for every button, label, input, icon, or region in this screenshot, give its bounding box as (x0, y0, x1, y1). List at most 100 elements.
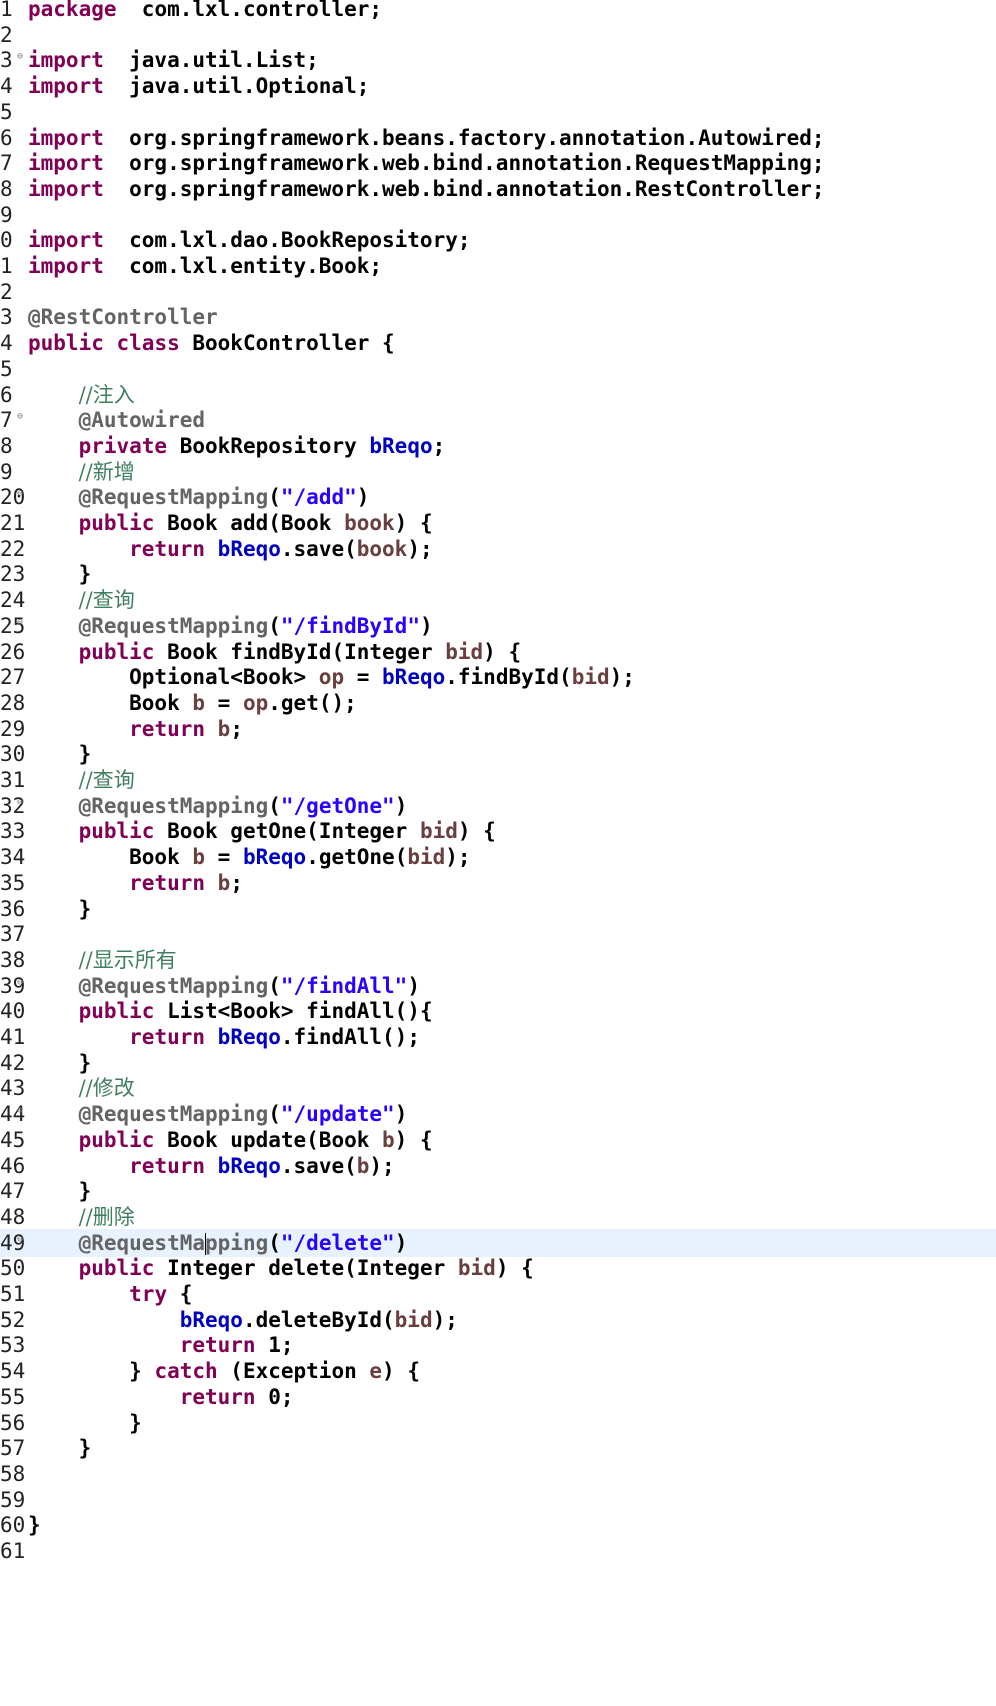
code-line[interactable]: 29 return b; (0, 715, 996, 743)
code-text: //删除 (28, 1203, 135, 1231)
code-line[interactable]: 56 } (0, 1409, 996, 1437)
code-editor[interactable]: 1 package com.lxl.controller; 2 3 ⊖ import ja… (0, 0, 996, 1706)
code-token: pping (205, 1230, 269, 1255)
code-token: return (129, 870, 206, 895)
code-line[interactable]: 1 import com.lxl.entity.Book; (0, 252, 996, 280)
code-line[interactable]: 25 ⊖ @RequestMapping("/findById") (0, 612, 996, 640)
code-token: "/update" (280, 1102, 395, 1127)
code-line[interactable]: 9 (0, 201, 996, 229)
code-line[interactable]: 6 //注入 (0, 381, 996, 409)
code-line[interactable]: 5 (0, 98, 996, 126)
code-line[interactable]: 30 } (0, 740, 996, 768)
code-line[interactable]: 54 } catch (Exception e) { (0, 1357, 996, 1385)
code-line[interactable]: 60} (0, 1511, 996, 1539)
code-line[interactable]: 33 public Book getOne(Integer bid) { (0, 817, 996, 845)
code-line[interactable]: 31 //查询 (0, 766, 996, 794)
code-line[interactable]: 6 import org.springframework.beans.factor… (0, 124, 996, 152)
line-number: 9 (0, 459, 13, 484)
code-line[interactable]: 9 //新增 (0, 458, 996, 486)
code-token: ; (230, 716, 243, 741)
code-line[interactable]: 58 (0, 1460, 996, 1488)
code-line[interactable]: 39 ⊖ @RequestMapping("/findAll") (0, 972, 996, 1000)
code-line[interactable]: 8 import org.springframework.web.bind.ann… (0, 175, 996, 203)
code-line[interactable]: 40 public List<Book> findAll(){ (0, 997, 996, 1025)
code-token: ( (268, 1102, 281, 1127)
code-line[interactable]: 23 } (0, 560, 996, 588)
code-line[interactable]: 51 try { (0, 1280, 996, 1308)
code-line[interactable]: 34 Book b = bReqo.getOne(bid); (0, 843, 996, 871)
code-text: //新增 (28, 458, 135, 486)
code-line[interactable]: 8 private BookRepository bReqo; (0, 432, 996, 460)
code-text: try { (28, 1280, 192, 1308)
code-line[interactable]: 28 Book b = op.get(); (0, 689, 996, 717)
code-line[interactable]: 37 (0, 920, 996, 948)
code-token: bReqo (217, 1025, 281, 1049)
code-line[interactable]: 43 //修改 (0, 1074, 996, 1102)
code-line[interactable]: 59 (0, 1486, 996, 1514)
code-line[interactable]: 36 } (0, 895, 996, 923)
code-text: package com.lxl.controller; (28, 0, 382, 23)
code-line[interactable]: 53 return 1; (0, 1331, 996, 1359)
code-token: @RequestMapping (78, 1102, 269, 1127)
fold-toggle-icon[interactable]: ⊖ (17, 483, 23, 505)
code-token: import (28, 48, 104, 73)
code-line[interactable]: 0 import com.lxl.dao.BookRepository; (0, 226, 996, 254)
code-line[interactable]: 48 //删除 (0, 1203, 996, 1231)
code-line[interactable]: 50 public Integer delete(Integer bid) { (0, 1254, 996, 1282)
line-number: 38 (0, 947, 26, 972)
line-number: 35 (0, 870, 26, 895)
code-line[interactable]: 4 public class BookController { (0, 329, 996, 357)
fold-toggle-icon[interactable]: ⊖ (17, 406, 23, 428)
code-line[interactable]: 57 } (0, 1434, 996, 1462)
code-line[interactable]: 42 } (0, 1049, 996, 1077)
fold-toggle-icon[interactable]: ⊖ (17, 792, 23, 814)
code-line[interactable]: 21 public Book add(Book book) { (0, 509, 996, 537)
code-line[interactable]: 20 ⊖ @RequestMapping("/add") (0, 483, 996, 511)
code-line[interactable]: 41 return bReqo.findAll(); (0, 1023, 996, 1051)
code-line[interactable]: 5 (0, 355, 996, 383)
code-line[interactable]: 7 ⊖ @Autowired (0, 406, 996, 434)
code-line[interactable]: 27 Optional<Book> op = bReqo.findById(bi… (0, 663, 996, 691)
code-line[interactable]: 44 ⊖ @RequestMapping("/update") (0, 1100, 996, 1128)
code-line[interactable]: 24 //查询 (0, 586, 996, 614)
code-line[interactable]: 3 @RestController (0, 303, 996, 331)
line-number: 9 (0, 202, 13, 227)
fold-toggle-icon[interactable]: ⊖ (17, 1229, 23, 1251)
code-line[interactable]: 49 ⊖ @RequestMapping("/delete") (0, 1228, 996, 1257)
code-line[interactable]: 32 ⊖ @RequestMapping("/getOne") (0, 792, 996, 820)
code-line[interactable]: 55 return 0; (0, 1383, 996, 1411)
code-line[interactable]: 46 return bReqo.save(b); (0, 1152, 996, 1180)
code-token: ) { (483, 639, 522, 664)
code-line[interactable]: 47 } (0, 1177, 996, 1205)
fold-toggle-icon[interactable]: ⊖ (17, 46, 23, 68)
code-line[interactable]: 1 package com.lxl.controller; (0, 0, 996, 23)
fold-toggle-icon[interactable]: ⊖ (17, 1100, 23, 1122)
code-line[interactable]: 4 import java.util.Optional; (0, 72, 996, 100)
code-line[interactable]: 26 public Book findById(Integer bid) { (0, 638, 996, 666)
code-token: } (28, 1359, 155, 1384)
code-line[interactable]: 2 (0, 21, 996, 49)
code-token: ); (445, 845, 471, 870)
code-line[interactable]: 38 //显示所有 (0, 946, 996, 974)
code-line[interactable]: 35 return b; (0, 869, 996, 897)
fold-toggle-icon[interactable]: ⊖ (17, 972, 23, 994)
code-line[interactable]: 3 ⊖ import java.util.List; (0, 46, 996, 74)
code-line[interactable]: 22 return bReqo.save(book); (0, 535, 996, 563)
code-token: @RequestMa (78, 1230, 206, 1255)
code-line[interactable]: 61 (0, 1537, 996, 1565)
code-line[interactable]: 2 (0, 278, 996, 306)
fold-toggle-icon[interactable]: ⊖ (17, 612, 23, 634)
code-token: = (205, 845, 243, 870)
code-token: b (192, 690, 206, 715)
code-line[interactable]: 45 public Book update(Book b) { (0, 1126, 996, 1154)
code-line[interactable]: 7 import org.springframework.web.bind.ann… (0, 149, 996, 177)
code-line[interactable]: 52 bReqo.deleteById(bid); (0, 1306, 996, 1334)
